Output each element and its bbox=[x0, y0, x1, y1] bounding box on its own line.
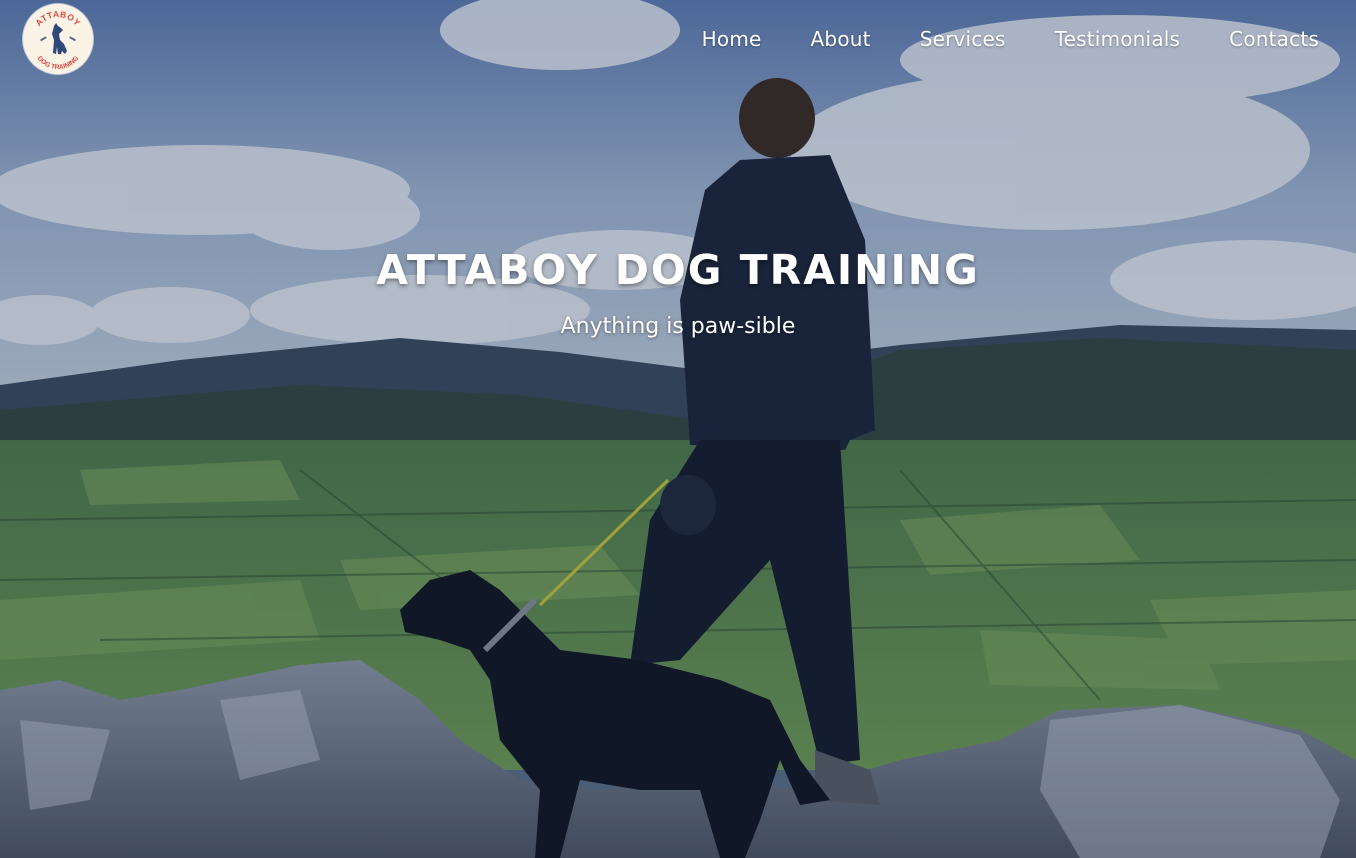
logo-bottom-text: DOG TRAINING bbox=[36, 55, 80, 71]
nav-contacts[interactable]: Contacts bbox=[1229, 26, 1319, 52]
hero-title: ATTABOY DOG TRAINING bbox=[376, 246, 980, 294]
main-nav: Home About Services Testimonials Contact… bbox=[702, 26, 1319, 52]
hero-dim-overlay bbox=[0, 0, 1356, 858]
logo-top-text: ATTABOY bbox=[33, 9, 82, 28]
nav-about[interactable]: About bbox=[811, 26, 871, 52]
svg-text:DOG TRAINING: DOG TRAINING bbox=[36, 55, 80, 71]
hero-section: ATTABOY DOG TRAINING Home About Services… bbox=[0, 0, 1356, 858]
nav-services[interactable]: Services bbox=[920, 26, 1006, 52]
hero-subtitle: Anything is paw-sible bbox=[560, 314, 796, 339]
svg-text:ATTABOY: ATTABOY bbox=[33, 9, 82, 28]
brand-logo[interactable]: ATTABOY DOG TRAINING bbox=[23, 4, 93, 74]
nav-testimonials[interactable]: Testimonials bbox=[1055, 26, 1181, 52]
dog-silhouette-icon: ATTABOY DOG TRAINING bbox=[33, 9, 82, 71]
nav-home[interactable]: Home bbox=[702, 26, 762, 52]
